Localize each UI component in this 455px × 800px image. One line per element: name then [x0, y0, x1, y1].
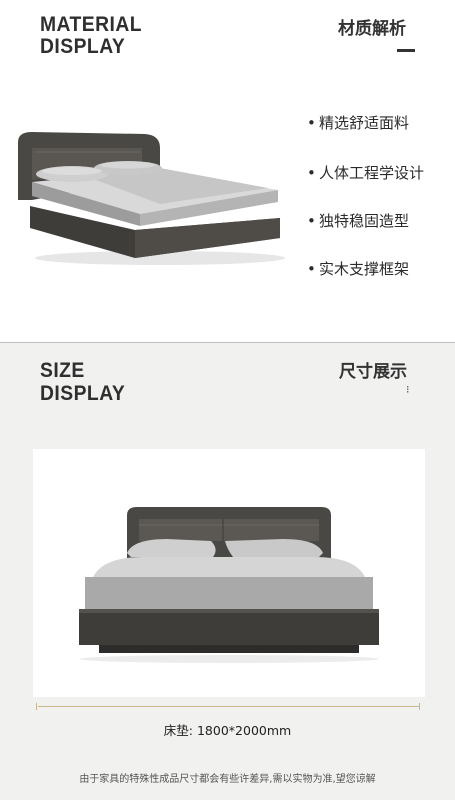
- mattress-value: 1800*2000mm: [196, 723, 292, 738]
- feature-item: • 实木支撑框架: [307, 258, 409, 279]
- feature-text: 人体工程学设计: [319, 164, 425, 182]
- feature-item: • 独特稳固造型: [307, 210, 409, 231]
- size-title-line1: SIZE: [40, 359, 85, 382]
- bed-front-photo: [33, 449, 425, 697]
- dimension-tick-right: [419, 703, 420, 710]
- bullet: •: [307, 212, 316, 230]
- feature-text: 独特稳固造型: [319, 212, 410, 230]
- bed-angled-image: [18, 132, 285, 265]
- mattress-size: 床垫: 1800*2000mm: [0, 720, 455, 739]
- dimension-tick-left: [36, 703, 37, 710]
- material-cn-title: 材质解析: [338, 19, 406, 39]
- bullet: •: [307, 164, 316, 182]
- decor-glyph: ⁝: [406, 383, 410, 396]
- bed-front-image: [79, 507, 379, 663]
- bullet: •: [307, 260, 316, 278]
- size-section: SIZE DISPLAY 尺寸展示 ⁝ 床垫: 1800*2000mm 由于家具…: [0, 343, 455, 800]
- mattress-label: 床垫:: [163, 723, 193, 738]
- size-disclaimer: 由于家具的特殊性成品尺寸都会有些许差异,需以实物为准,望您谅解: [79, 774, 376, 785]
- material-title-line1: MATERIAL: [40, 13, 143, 36]
- title-underline: [397, 49, 415, 52]
- feature-item: • 人体工程学设计: [307, 162, 424, 183]
- feature-text: 精选舒适面料: [319, 114, 410, 132]
- feature-text: 实木支撑框架: [319, 260, 410, 278]
- bullet: •: [307, 114, 316, 132]
- size-title-line2: DISPLAY: [40, 382, 126, 405]
- feature-item: • 精选舒适面料: [307, 112, 409, 133]
- material-title-line2: DISPLAY: [40, 35, 126, 58]
- dimension-line: [38, 706, 419, 707]
- size-cn-title: 尺寸展示: [339, 362, 407, 382]
- material-section: MATERIAL DISPLAY 材质解析 •精选舒适面料 •人体工程学设计: [0, 0, 455, 343]
